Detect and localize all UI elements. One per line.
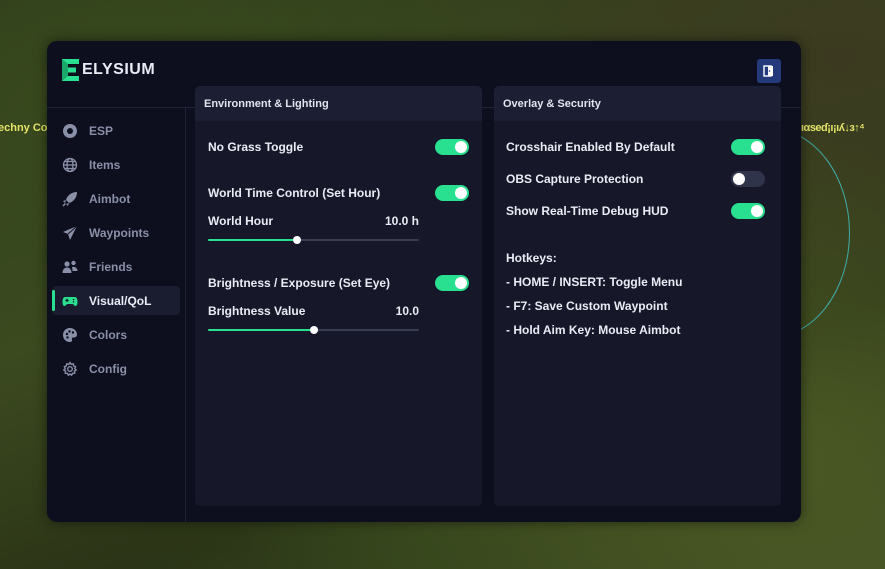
- sidebar-item-label: Visual/QoL: [89, 293, 152, 308]
- sidebar-item-label: Aimbot: [89, 191, 131, 206]
- slider-fill: [208, 239, 297, 241]
- crosshair-row: Crosshair Enabled By Default: [506, 138, 765, 156]
- sidebar-item-visual-qol[interactable]: Visual/QoL: [52, 286, 180, 315]
- debug-hud-row: Show Real-Time Debug HUD: [506, 202, 765, 220]
- sidebar-item-colors[interactable]: Colors: [52, 320, 180, 349]
- world-hour-label: World Hour: [208, 214, 274, 228]
- app-logo: ELYSIUM: [60, 58, 155, 82]
- globe-icon: [62, 157, 78, 173]
- exit-button[interactable]: [757, 59, 781, 83]
- brightness-value-header: Brightness Value 10.0: [208, 303, 419, 319]
- overlay-security-panel: Overlay & Security Crosshair Enabled By …: [494, 86, 781, 506]
- toggle-knob: [751, 205, 763, 217]
- slider-thumb[interactable]: [309, 326, 318, 334]
- crosshair-toggle[interactable]: [731, 139, 765, 155]
- sidebar-item-aimbot[interactable]: Aimbot: [52, 184, 180, 213]
- sidebar-item-label: Config: [89, 361, 127, 376]
- gamepad-icon: [62, 293, 78, 309]
- eye-icon: [62, 123, 78, 139]
- brightness-value-number: 10.0: [395, 304, 419, 318]
- no-grass-label: No Grass Toggle: [208, 140, 304, 154]
- sidebar-item-esp[interactable]: ESP: [52, 116, 180, 145]
- sidebar-item-friends[interactable]: Friends: [52, 252, 180, 281]
- background-player-label: echny Co: [0, 122, 48, 134]
- hotkeys-title: Hotkeys:: [506, 251, 557, 265]
- brightness-toggle[interactable]: [435, 275, 469, 291]
- no-grass-row: No Grass Toggle: [208, 138, 469, 156]
- app-title: ELYSIUM: [82, 61, 156, 78]
- slider-thumb[interactable]: [292, 236, 301, 244]
- exit-door-icon: [763, 65, 773, 77]
- brightness-row: Brightness / Exposure (Set Eye): [208, 274, 469, 292]
- sidebar-item-waypoints[interactable]: Waypoints: [52, 218, 180, 247]
- brightness-label: Brightness / Exposure (Set Eye): [208, 276, 391, 290]
- debug-hud-toggle[interactable]: [731, 203, 765, 219]
- slider-fill: [208, 329, 314, 331]
- hotkey-line: - Hold Aim Key: Mouse Aimbot: [506, 323, 681, 337]
- brightness-value-label: Brightness Value: [208, 304, 306, 318]
- world-time-toggle[interactable]: [435, 185, 469, 201]
- world-time-label: World Time Control (Set Hour): [208, 186, 381, 200]
- toggle-knob: [455, 187, 467, 199]
- brightness-slider[interactable]: [208, 326, 419, 334]
- gear-icon: [62, 360, 78, 377]
- sidebar: ESP Items Aimbot Waypoints Friends Visua…: [47, 108, 186, 522]
- world-hour-header: World Hour 10.0 h: [208, 213, 419, 229]
- world-hour-value: 10.0 h: [384, 214, 419, 228]
- sidebar-item-label: Colors: [89, 327, 128, 342]
- sidebar-item-config[interactable]: Config: [52, 354, 180, 383]
- obs-toggle[interactable]: [731, 171, 765, 187]
- menu-window: ELYSIUM ESP Items Aimbot Waypoints Frien…: [47, 41, 801, 522]
- panel-title: Environment & Lighting: [195, 86, 482, 121]
- world-time-row: World Time Control (Set Hour): [208, 184, 469, 202]
- paper-plane-icon: [62, 225, 78, 241]
- hotkey-line: - HOME / INSERT: Toggle Menu: [506, 275, 683, 289]
- sidebar-item-label: ESP: [89, 123, 114, 138]
- toggle-knob: [455, 141, 467, 153]
- sidebar-item-label: Items: [89, 157, 121, 172]
- sidebar-item-label: Friends: [89, 259, 133, 274]
- toggle-knob: [751, 141, 763, 153]
- toggle-knob: [455, 277, 467, 289]
- palette-icon: [62, 327, 78, 343]
- logo-e-icon: [62, 59, 79, 81]
- world-hour-slider[interactable]: [208, 236, 419, 244]
- sidebar-item-items[interactable]: Items: [52, 150, 180, 179]
- obs-label: OBS Capture Protection: [506, 172, 644, 186]
- obs-row: OBS Capture Protection: [506, 170, 765, 188]
- no-grass-toggle[interactable]: [435, 139, 469, 155]
- hotkey-line: - F7: Save Custom Waypoint: [506, 299, 668, 313]
- environment-lighting-panel: Environment & Lighting No Grass Toggle W…: [195, 86, 482, 506]
- debug-hud-label: Show Real-Time Debug HUD: [506, 204, 669, 218]
- users-icon: [62, 259, 78, 275]
- rocket-icon: [62, 191, 78, 207]
- toggle-knob: [733, 173, 745, 185]
- crosshair-label: Crosshair Enabled By Default: [506, 140, 675, 154]
- sidebar-item-label: Waypoints: [89, 225, 150, 240]
- panel-title: Overlay & Security: [494, 86, 781, 121]
- background-esp-label: ıαѕеɗ¡ı¡ıʎ↓з↑⁴: [801, 122, 865, 134]
